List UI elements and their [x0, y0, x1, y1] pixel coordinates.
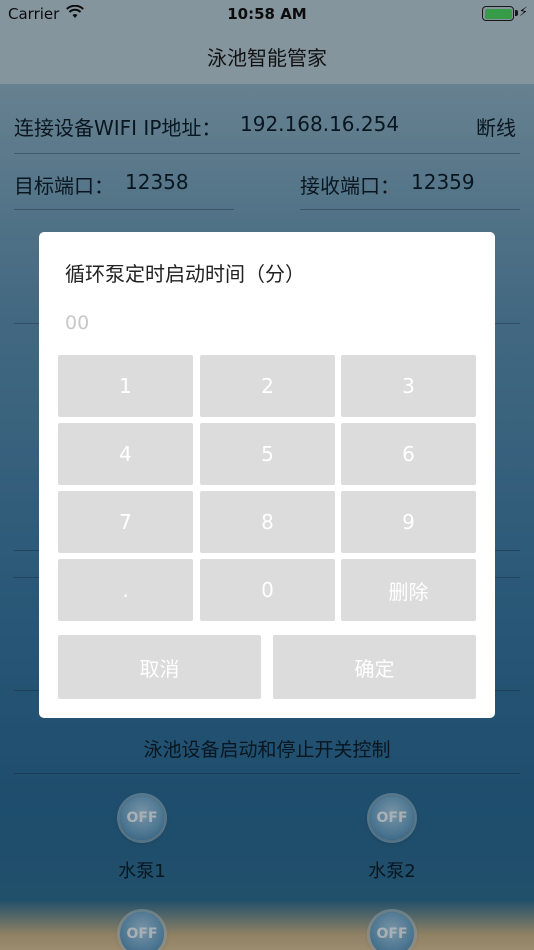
- key-dot[interactable]: .: [58, 559, 193, 621]
- minutes-input[interactable]: [65, 308, 465, 338]
- key-1[interactable]: 1: [58, 355, 193, 417]
- key-2[interactable]: 2: [200, 355, 335, 417]
- key-0[interactable]: 0: [200, 559, 335, 621]
- key-9[interactable]: 9: [341, 491, 476, 553]
- confirm-button[interactable]: 确定: [273, 635, 476, 699]
- screen: Carrier 10:58 AM ⚡ 泳池智能管家 连接设备WIFI IP地址：…: [0, 0, 534, 950]
- key-4[interactable]: 4: [58, 423, 193, 485]
- key-8[interactable]: 8: [200, 491, 335, 553]
- dialog-title: 循环泵定时启动时间（分）: [65, 262, 305, 286]
- key-7[interactable]: 7: [58, 491, 193, 553]
- cancel-button[interactable]: 取消: [58, 635, 261, 699]
- key-6[interactable]: 6: [341, 423, 476, 485]
- key-delete[interactable]: 删除: [341, 559, 476, 621]
- key-3[interactable]: 3: [341, 355, 476, 417]
- timer-dialog: 循环泵定时启动时间（分） 1 2 3 4 5 6 7 8 9 . 0 删除 取消…: [39, 232, 495, 718]
- key-5[interactable]: 5: [200, 423, 335, 485]
